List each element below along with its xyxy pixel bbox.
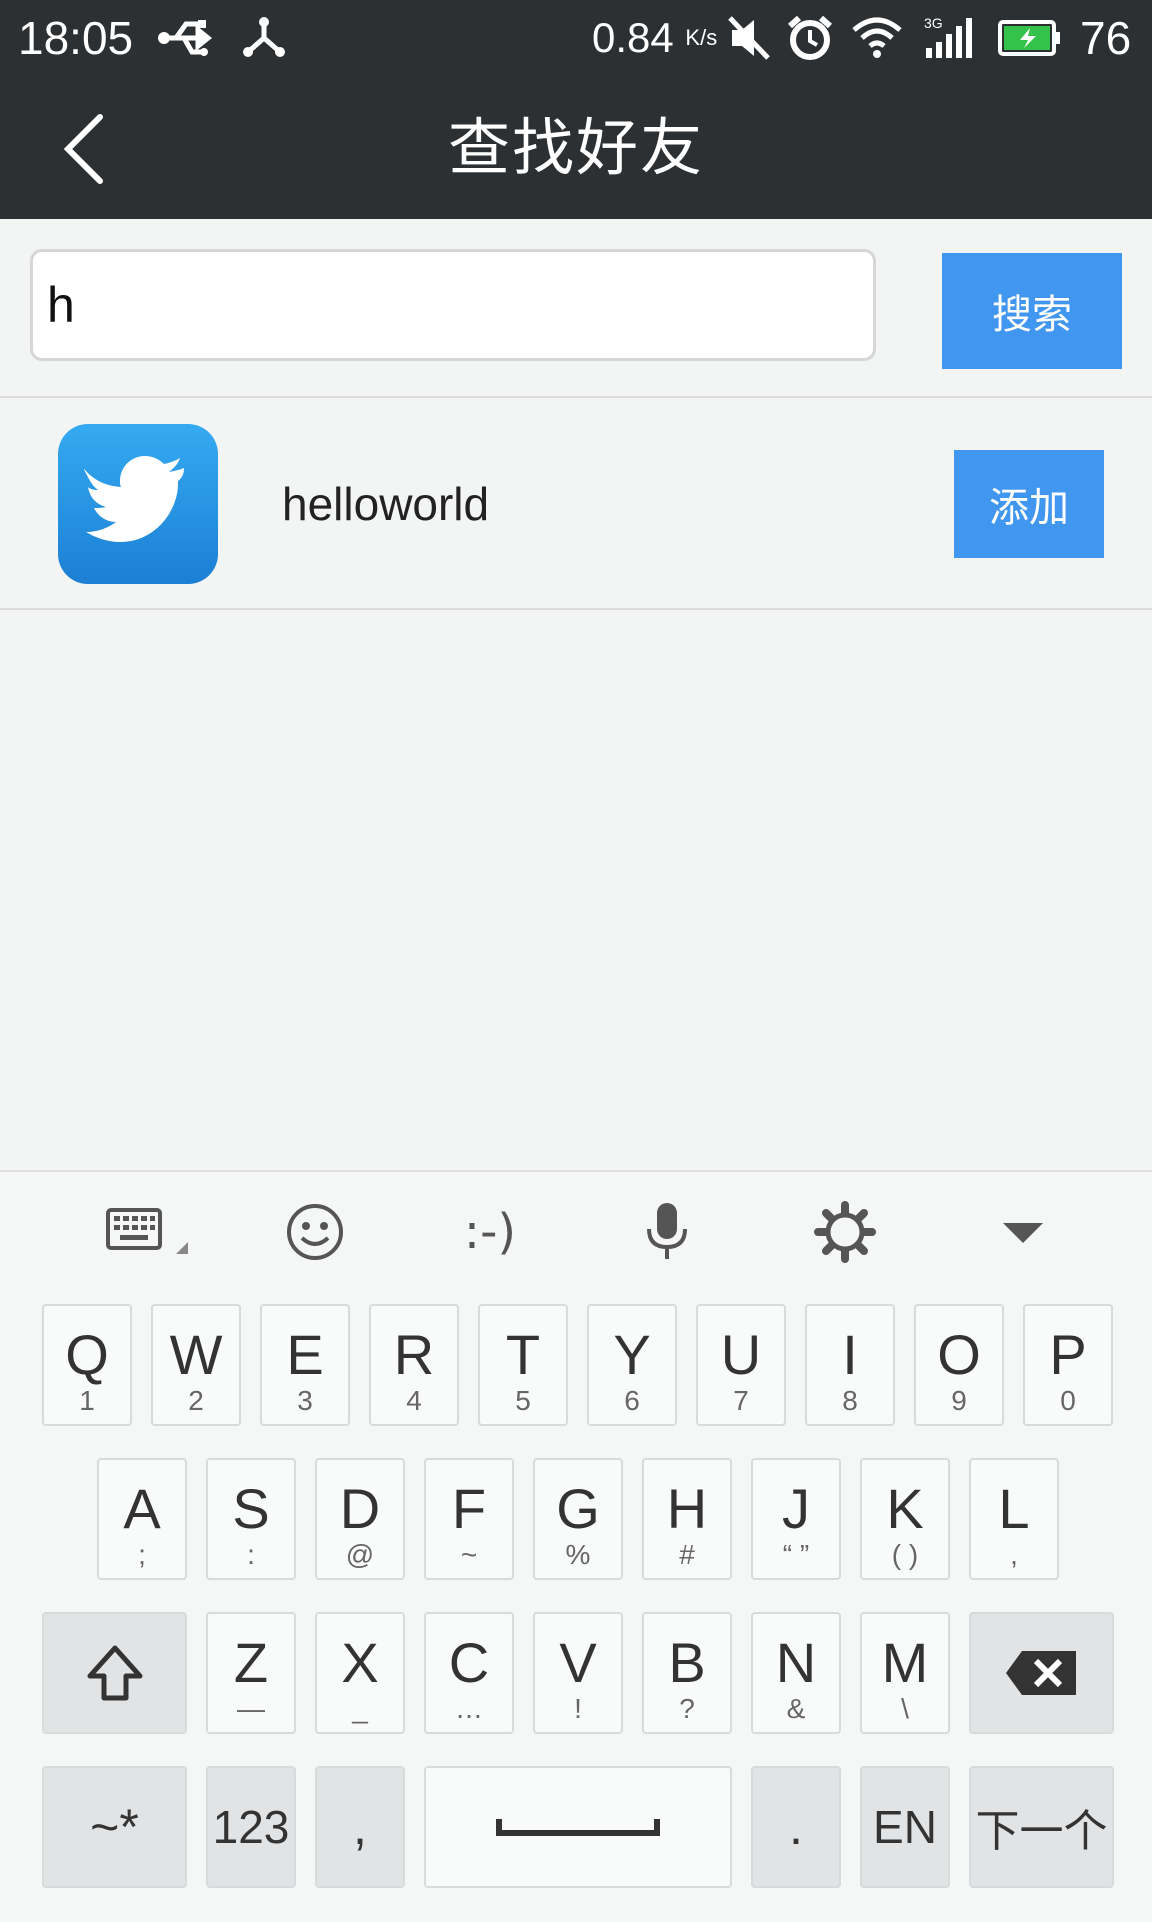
mute-icon: [728, 16, 770, 60]
status-time: 18:05: [18, 12, 134, 64]
page-title: 查找好友: [447, 114, 704, 183]
key-a[interactable]: A;: [97, 1458, 187, 1580]
key-q[interactable]: Q1: [42, 1304, 132, 1426]
backspace-icon: [1005, 1651, 1076, 1695]
key-g[interactable]: G%: [533, 1458, 623, 1580]
key-h[interactable]: H #: [642, 1458, 732, 1580]
space-key[interactable]: [424, 1766, 732, 1888]
status-bar: 18:05 0.84 K/s 3G 76: [0, 0, 1152, 77]
key-k[interactable]: K( ): [860, 1458, 950, 1580]
key-y[interactable]: Y6: [587, 1304, 677, 1426]
key-n[interactable]: N &: [751, 1612, 841, 1734]
key-u[interactable]: U7: [696, 1304, 786, 1426]
key-b[interactable]: B?: [642, 1612, 732, 1734]
soft-keyboard: :-) Q1 W2 E3 R4 T5 Y6 U7 I8 O9 P0 A ; S …: [0, 1170, 1152, 1922]
key-j[interactable]: J “ ”: [751, 1458, 841, 1580]
key-r[interactable]: R4: [369, 1304, 459, 1426]
title-bar: 查找好友: [0, 77, 1152, 219]
list-item: helloworld 添加: [0, 398, 1152, 610]
add-friend-button[interactable]: 添加: [954, 450, 1104, 558]
battery-icon: [998, 20, 1060, 56]
key-x[interactable]: X _: [315, 1612, 405, 1734]
svg-text:3G: 3G: [924, 15, 943, 31]
key-m[interactable]: M \: [860, 1612, 950, 1734]
username: helloworld: [282, 478, 490, 530]
key-v[interactable]: V!: [533, 1612, 623, 1734]
key-s[interactable]: S:: [206, 1458, 296, 1580]
key-f[interactable]: F ~: [424, 1458, 514, 1580]
share-icon: [243, 17, 285, 57]
emoticon-icon[interactable]: :-): [445, 1192, 535, 1272]
emoji-icon[interactable]: [270, 1192, 360, 1272]
search-button[interactable]: 搜索: [942, 253, 1122, 369]
space-bar-icon: [496, 1819, 660, 1836]
key-w[interactable]: W2: [151, 1304, 241, 1426]
comma-key[interactable]: ,: [315, 1766, 405, 1888]
key-c[interactable]: C…: [424, 1612, 514, 1734]
keyboard-toolbar: :-): [0, 1172, 1152, 1282]
key-l[interactable]: L,: [969, 1458, 1059, 1580]
microphone-icon[interactable]: [622, 1192, 712, 1272]
shift-key[interactable]: [42, 1612, 187, 1734]
shift-icon: [87, 1645, 142, 1701]
search-input[interactable]: [30, 249, 876, 361]
period-key[interactable]: .: [751, 1766, 841, 1888]
language-key[interactable]: EN: [860, 1766, 950, 1888]
symbols-key[interactable]: ~*: [42, 1766, 187, 1888]
keyboard-icon[interactable]: [100, 1192, 190, 1272]
next-key[interactable]: 下一个: [969, 1766, 1114, 1888]
network-speed: 0.84 K/s: [592, 14, 718, 61]
key-d[interactable]: D @: [315, 1458, 405, 1580]
key-o[interactable]: O9: [914, 1304, 1004, 1426]
wifi-icon: [852, 17, 902, 58]
key-z[interactable]: Z —: [206, 1612, 296, 1734]
emoticon-label: :-): [463, 1204, 517, 1260]
numbers-key[interactable]: 123: [206, 1766, 296, 1888]
key-t[interactable]: T5: [478, 1304, 568, 1426]
battery-percent: 76: [1080, 12, 1132, 64]
signal-icon: 3G: [924, 15, 972, 58]
search-bar: 搜索: [0, 219, 1152, 398]
alarm-icon: [788, 15, 832, 60]
settings-icon[interactable]: [800, 1192, 890, 1272]
key-p[interactable]: P0: [1023, 1304, 1113, 1426]
collapse-icon[interactable]: [978, 1192, 1068, 1272]
avatar: [58, 424, 218, 584]
backspace-key[interactable]: [969, 1612, 1114, 1734]
usb-icon: [158, 20, 213, 56]
key-i[interactable]: I8: [805, 1304, 895, 1426]
twitter-bird-icon: [84, 456, 184, 542]
key-e[interactable]: E3: [260, 1304, 350, 1426]
